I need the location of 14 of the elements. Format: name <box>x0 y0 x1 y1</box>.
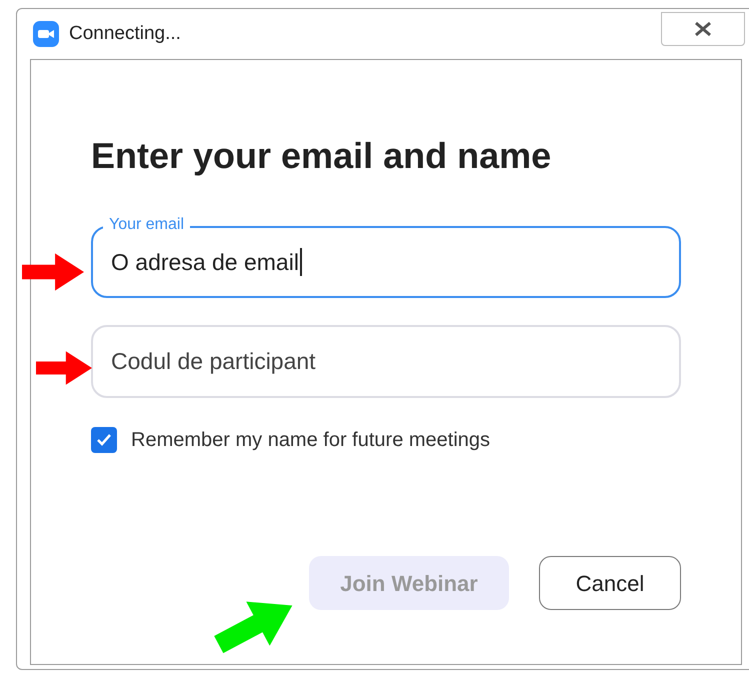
cancel-button[interactable]: Cancel <box>539 556 681 610</box>
email-value: O adresa de email <box>111 248 299 277</box>
arrow-icon <box>36 349 92 387</box>
remember-checkbox[interactable] <box>91 427 117 453</box>
window-title: Connecting... <box>69 22 181 46</box>
name-field[interactable]: Codul de participant <box>91 325 681 398</box>
close-icon <box>693 21 713 37</box>
remember-label: Remember my name for future meetings <box>131 428 490 453</box>
checkmark-icon <box>96 433 112 447</box>
video-camera-icon <box>33 21 59 47</box>
arrow-icon <box>22 253 84 291</box>
dialog-heading: Enter your email and name <box>91 138 552 174</box>
text-cursor <box>300 248 302 276</box>
close-button[interactable] <box>661 12 745 46</box>
